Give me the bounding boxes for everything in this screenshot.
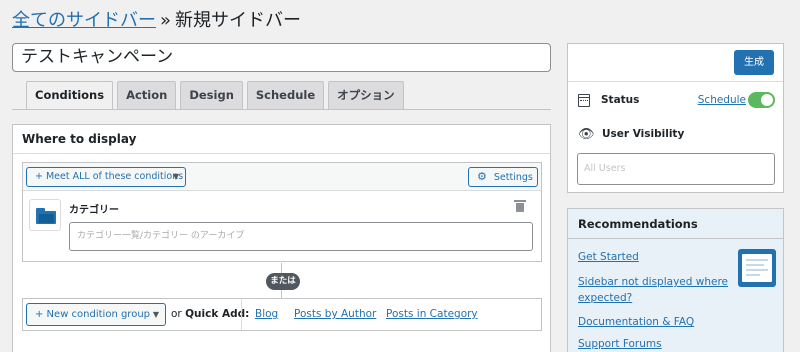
tab-conditions[interactable]: Conditions	[26, 81, 114, 110]
page-heading: 全てのサイドバー» 新規サイドバー	[12, 8, 301, 34]
settings-button[interactable]: ⚙ Settings	[468, 167, 538, 187]
status-label: Status	[601, 94, 640, 106]
quick-add-prefix: or	[171, 308, 182, 320]
new-condition-group-label: + New condition group	[35, 309, 151, 320]
publish-box: 生成 Status Schedule 👁 User Visibility All…	[567, 43, 784, 193]
sidebar-not-displayed-link[interactable]: Sidebar not displayed where	[578, 275, 728, 289]
all-sidebars-link[interactable]: 全てのサイドバー	[12, 10, 156, 31]
condition-group: + Meet ALL of these conditions ▼ ⚙ Settin…	[22, 162, 542, 262]
documentation-faq-link[interactable]: Documentation & FAQ	[578, 315, 694, 329]
tab-action[interactable]: Action	[117, 81, 177, 109]
or-connector-top	[281, 263, 282, 273]
quick-add-posts-by-author-link[interactable]: Posts by Author	[294, 308, 376, 320]
quick-add-title: Quick Add:	[185, 308, 250, 320]
eye-icon: 👁	[578, 126, 595, 142]
sidebar-title-input[interactable]: テストキャンペーン	[12, 43, 551, 72]
quick-add-posts-in-category-link[interactable]: Posts in Category	[386, 308, 478, 320]
tab-design[interactable]: Design	[180, 81, 243, 109]
tab-schedule[interactable]: Schedule	[246, 81, 325, 109]
schedule-link[interactable]: Schedule	[698, 94, 746, 106]
condition-row: カテゴリー カテゴリー一覧/カテゴリー のアーカイブ	[23, 191, 541, 263]
sidebar-preview-image	[738, 249, 776, 287]
get-started-link[interactable]: Get Started	[578, 250, 639, 264]
create-button[interactable]: 生成	[734, 50, 774, 75]
panel-title: Where to display	[13, 125, 550, 154]
quick-add-blog-link[interactable]: Blog	[255, 308, 278, 320]
publish-actions: 生成	[568, 44, 783, 82]
add-condition-bar: + New condition group ▼ or Quick Add: Bl…	[22, 298, 542, 331]
quick-add-label: or Quick Add:	[171, 308, 249, 320]
new-condition-group-button[interactable]: + New condition group ▼	[26, 303, 166, 326]
settings-label: Settings	[493, 172, 533, 183]
recommendations-box: Recommendations Get Started Sidebar not …	[567, 208, 784, 352]
condition-group-toolbar: + Meet ALL of these conditions ▼ ⚙ Settin…	[23, 163, 541, 191]
gear-icon: ⚙	[477, 170, 487, 183]
sidebar-not-displayed-link-cont[interactable]: expected?	[578, 291, 632, 305]
recommendations-title: Recommendations	[568, 209, 783, 239]
or-badge: または	[266, 273, 300, 290]
match-mode-dropdown[interactable]: + Meet ALL of these conditions ▼	[26, 167, 186, 187]
status-toggle[interactable]	[748, 92, 775, 108]
tab-bar: Conditions Action Design Schedule オプション	[26, 81, 404, 110]
condition-label: カテゴリー	[69, 205, 119, 216]
status-row: Status Schedule	[578, 91, 775, 109]
where-to-display-panel: Where to display + Meet ALL of these con…	[12, 124, 551, 352]
calendar-icon	[578, 93, 590, 107]
condition-type-icon-box	[29, 199, 61, 231]
folder-icon	[36, 208, 56, 224]
or-connector-bottom	[281, 290, 282, 298]
match-mode-label: + Meet ALL of these conditions	[35, 171, 184, 182]
support-forums-link[interactable]: Support Forums	[578, 337, 662, 351]
caret-down-icon: ▼	[152, 310, 159, 319]
condition-value-input[interactable]: カテゴリー一覧/カテゴリー のアーカイブ	[69, 222, 533, 251]
page-title: 新規サイドバー	[175, 10, 302, 31]
user-visibility-row: 👁 User Visibility	[578, 125, 775, 143]
user-visibility-label: User Visibility	[602, 128, 685, 140]
tabs-divider	[12, 109, 551, 110]
tab-options[interactable]: オプション	[328, 81, 404, 109]
quick-add-divider	[241, 299, 242, 330]
user-visibility-select[interactable]: All Users	[577, 153, 775, 185]
trash-icon[interactable]	[514, 200, 526, 212]
breadcrumb-separator: »	[160, 10, 172, 31]
caret-down-icon: ▼	[172, 172, 179, 181]
